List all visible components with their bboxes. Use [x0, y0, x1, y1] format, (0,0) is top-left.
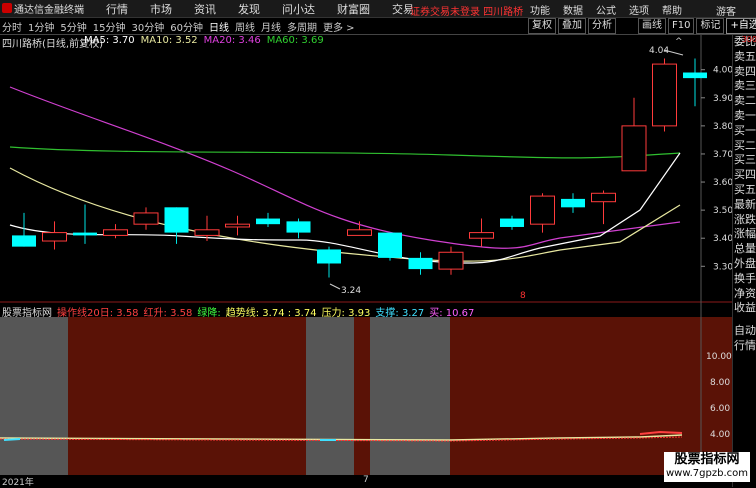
panel-item[interactable]: 卖一 [733, 109, 756, 124]
ma10-label: MA10: 3.52 [140, 35, 198, 46]
price-tick-label: 3.60 [713, 178, 733, 188]
panel-item[interactable]: 收益 [733, 301, 756, 316]
panel-item[interactable]: 卖五 [733, 50, 756, 65]
panel-item[interactable]: 外盘 [733, 257, 756, 272]
indicator-buy: 买: 10.67 [429, 308, 475, 319]
ma20-label: MA20: 3.46 [203, 35, 261, 46]
watermark-title: 股票指标网 [674, 452, 740, 467]
indicator-green-fall: 绿降: [197, 308, 221, 319]
panel-top-value: 300 [741, 35, 756, 44]
svg-text:6.00: 6.00 [710, 404, 730, 414]
candle-body[interactable] [103, 229, 128, 236]
panel-item[interactable]: 换手 [733, 272, 756, 287]
watermark-url: www.7gpzb.com [666, 468, 748, 479]
panel-item[interactable]: 自动 [733, 324, 756, 339]
panel-item[interactable]: 涨跌 [733, 213, 756, 228]
ma-legend: MA5: 3.70 MA10: 3.52 MA20: 3.46 MA60: 3.… [84, 35, 330, 46]
candle-body[interactable] [591, 192, 616, 203]
price-tick-label: 3.40 [713, 234, 733, 244]
low-annotation: 3.24 [341, 286, 361, 296]
svg-text:10.00: 10.00 [706, 352, 732, 362]
svg-text:4.00: 4.00 [710, 430, 730, 440]
indicator-gray-band [0, 317, 68, 475]
candle-body[interactable] [683, 72, 707, 79]
moving-average-lines [9, 86, 681, 264]
ma20-line [9, 86, 681, 249]
candle-body[interactable] [286, 221, 311, 233]
candle-body[interactable] [500, 218, 524, 227]
panel-item[interactable]: 买三 [733, 153, 756, 168]
indicator-name[interactable]: 股票指标网 [2, 304, 52, 319]
panel-item[interactable]: 买四 [733, 168, 756, 183]
candle-body[interactable] [438, 251, 464, 270]
expand-caret-icon[interactable]: ^ [675, 37, 683, 47]
candle-body[interactable] [12, 235, 36, 247]
chart-canvas[interactable]: 3.30 3.40 3.50 3.60 3.70 3.80 3.90 4.00 4.04 3.… [0, 0, 756, 487]
low-annotation-line [329, 283, 341, 290]
candle-body[interactable] [347, 229, 372, 236]
panel-item[interactable]: 净资 [733, 287, 756, 302]
signal-marker: 8 [520, 291, 526, 301]
candle-body[interactable] [652, 63, 677, 127]
panel-item[interactable]: 涨幅 [733, 227, 756, 242]
indicator-gray-band [306, 317, 354, 475]
quote-side-panel: 300 委比 卖五 卖四 卖三 卖二 卖一 买一 买二 买三 买四 买五 最新 … [732, 35, 756, 487]
svg-text:8.00: 8.00 [710, 378, 730, 388]
price-tick-label: 3.70 [713, 150, 733, 160]
candle-body[interactable] [469, 232, 494, 239]
candle-body[interactable] [317, 249, 341, 264]
ma60-label: MA60: 3.69 [266, 35, 324, 46]
indicator-gray-band [370, 317, 450, 475]
panel-item[interactable]: 买二 [733, 139, 756, 154]
watermark: 股票指标网 www.7gpzb.com [664, 452, 750, 482]
candle-body[interactable] [225, 223, 250, 228]
price-tick-label: 3.50 [713, 206, 733, 216]
indicator-legend: 股票指标网 操作线20日: 3.58 红升: 3.58 绿降: 趋势线: 3.7… [2, 304, 479, 319]
indicator-background [0, 317, 732, 475]
candle-body[interactable] [42, 232, 67, 242]
candle-body[interactable] [194, 229, 220, 236]
price-tick-label: 3.80 [713, 122, 733, 132]
price-axis: 3.30 3.40 3.50 3.60 3.70 3.80 3.90 4.00 [701, 66, 733, 272]
panel-item[interactable]: 总量 [733, 242, 756, 257]
indicator-trend-line: 趋势线: 3.74 : 3.74 [225, 308, 317, 319]
candle-body[interactable] [164, 207, 189, 233]
price-tick-label: 3.30 [713, 262, 733, 272]
panel-item[interactable]: 最新 [733, 198, 756, 213]
indicator-support: 支撑: 3.27 [375, 308, 425, 319]
panel-item[interactable]: 行情 [733, 339, 756, 354]
panel-item[interactable]: 卖二 [733, 94, 756, 109]
panel-spacer [733, 316, 756, 324]
date-axis-year: 2021年 [2, 478, 34, 488]
ma5-label: MA5: 3.70 [84, 35, 135, 46]
panel-item[interactable]: 买五 [733, 183, 756, 198]
candle-body[interactable] [378, 232, 402, 258]
candle-body[interactable] [133, 212, 159, 225]
panel-item[interactable]: 卖三 [733, 79, 756, 94]
ma60-line [9, 146, 681, 159]
candle-body[interactable] [408, 257, 433, 270]
support-marker [3, 438, 21, 441]
indicator-red-rise: 红升: 3.58 [143, 308, 193, 319]
candle-body[interactable] [256, 218, 280, 225]
date-axis-mark: 7 [363, 475, 369, 485]
indicator-pressure: 压力: 3.93 [321, 308, 371, 319]
ma10-line [9, 167, 681, 262]
price-tick-label: 4.00 [713, 66, 733, 76]
candle-body[interactable] [73, 232, 97, 236]
ma5-line [9, 152, 681, 264]
candle-body[interactable] [530, 195, 555, 225]
candle-body[interactable] [621, 125, 647, 172]
indicator-operation-line: 操作线20日: 3.58 [57, 308, 139, 319]
panel-item[interactable]: 卖四 [733, 65, 756, 80]
candle-body[interactable] [561, 198, 585, 208]
price-tick-label: 3.90 [713, 94, 733, 104]
panel-item[interactable]: 买一 [733, 124, 756, 139]
high-annotation: 4.04 [649, 46, 669, 56]
